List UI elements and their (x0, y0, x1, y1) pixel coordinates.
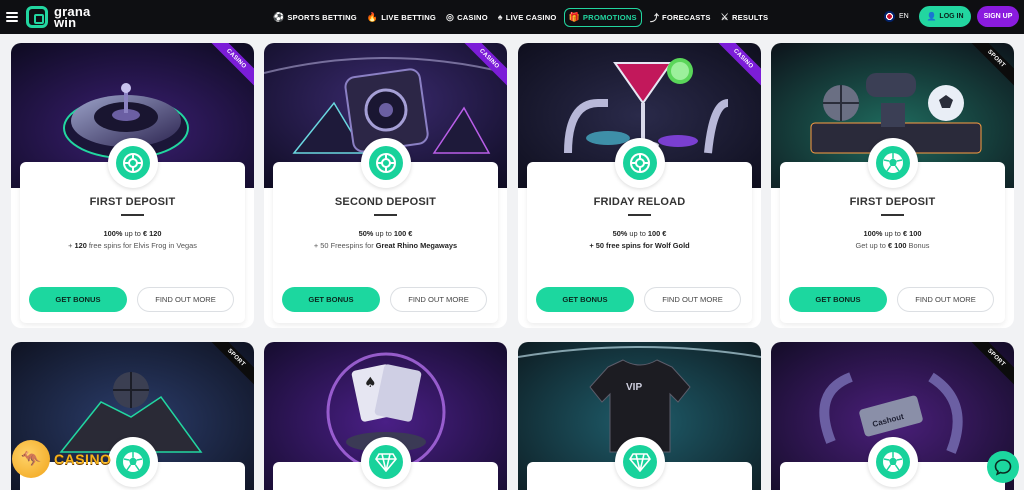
bonus-details: + 50 free spins for Wolf Gold (589, 241, 690, 250)
svg-text:VIP: VIP (626, 382, 642, 393)
bonus-amount: 100% up to € 100 (863, 229, 922, 238)
bonus-amount: 50% up to 100 € (612, 229, 667, 238)
chart-icon: ⤴ (649, 12, 660, 23)
hamburger-menu-icon[interactable] (6, 12, 18, 22)
nav-live-casino[interactable]: ♠ LIVE CASINO (498, 12, 557, 22)
diamond-icon (623, 445, 657, 479)
roulette-icon (623, 146, 657, 180)
find-out-more-button[interactable]: FIND OUT MORE (390, 287, 487, 312)
title-divider (121, 214, 144, 216)
crossed-swords-icon: ⚔ (720, 11, 729, 22)
promo-card: CASINO FIRST DEPOSIT 100% up to € 120 + … (11, 43, 254, 328)
get-bonus-button[interactable]: GET BONUS (282, 287, 380, 312)
top-navigation-bar: grana win ⚽ SPORTS BETTING 🔥 LIVE BETTIN… (0, 0, 1024, 34)
card-badge (108, 138, 158, 188)
get-bonus-button[interactable]: GET BONUS (789, 287, 887, 312)
get-bonus-button[interactable]: GET BONUS (29, 287, 127, 312)
card-badge (868, 437, 918, 487)
soccer-ball-icon: ⚽ (273, 11, 285, 22)
title-divider (374, 214, 397, 216)
language-selector[interactable]: EN (884, 11, 909, 22)
kangaroo-icon: 🦘 (12, 440, 50, 478)
card-badge (615, 437, 665, 487)
logo-text: grana win (54, 4, 91, 30)
nav-sports-betting[interactable]: ⚽ SPORTS BETTING (273, 12, 357, 23)
card-badge (361, 138, 411, 188)
diamond-icon (369, 445, 403, 479)
find-out-more-button[interactable]: FIND OUT MORE (897, 287, 994, 312)
find-out-more-button[interactable]: FIND OUT MORE (644, 287, 741, 312)
card-badge (868, 138, 918, 188)
nav-results[interactable]: ⚔ RESULTS (721, 12, 769, 23)
casino-watermark-logo: 🦘 CASINO (12, 440, 111, 478)
roulette-icon (116, 146, 150, 180)
bonus-details: Get up to € 100 Bonus (855, 241, 930, 250)
flame-icon: 🔥 (366, 11, 379, 22)
bonus-amount: 50% up to 100 € (358, 229, 413, 238)
card-title: FRIDAY RELOAD (593, 196, 686, 208)
nav-live-betting[interactable]: 🔥 LIVE BETTING (367, 12, 436, 23)
title-divider (628, 214, 651, 216)
logo-mark-icon (26, 6, 48, 28)
get-bonus-button[interactable]: GET BONUS (536, 287, 634, 312)
signup-button[interactable]: SIGN UP (977, 6, 1019, 27)
title-divider (881, 214, 904, 216)
nav-forecasts[interactable]: ⤴ FORECASTS (650, 11, 711, 24)
card-badge (108, 437, 158, 487)
chat-support-button[interactable] (987, 451, 1019, 483)
roulette-icon: ◎ (446, 11, 455, 22)
bonus-amount: 100% up to € 120 (103, 229, 162, 238)
card-badge (615, 138, 665, 188)
soccer-ball-icon (876, 146, 910, 180)
nav-promotions[interactable]: 🎁 PROMOTIONS (563, 7, 642, 27)
main-nav: ⚽ SPORTS BETTING 🔥 LIVE BETTING ◎ CASINO… (273, 0, 778, 34)
gift-icon: 🎁 (568, 11, 580, 22)
soccer-ball-icon (876, 445, 910, 479)
promo-card: ♠ (264, 342, 507, 490)
card-title: SECOND DEPOSIT (334, 196, 437, 208)
svg-text:♠: ♠ (364, 375, 377, 391)
login-button[interactable]: 👤 LOG IN (919, 6, 971, 27)
promo-card: SPORT FIRST DEPOSIT 100% up to € 100 Get… (771, 43, 1014, 328)
promo-card: CASINO FRIDAY RELOAD 50% up to 100 € + 5… (518, 43, 761, 328)
soccer-ball-icon (116, 445, 150, 479)
promo-card: VIP (518, 342, 761, 490)
bonus-details: + 50 Freespins for Great Rhino Megaways (313, 241, 458, 250)
uk-flag-icon (884, 11, 895, 22)
roulette-icon (369, 146, 403, 180)
promo-card: Cashout SPORT (771, 342, 1014, 490)
card-title: FIRST DEPOSIT (89, 196, 176, 208)
card-badge (361, 437, 411, 487)
find-out-more-button[interactable]: FIND OUT MORE (137, 287, 234, 312)
bonus-details: + 120 free spins for Elvis Frog in Vegas (68, 241, 197, 250)
promo-card: CASINO SECOND DEPOSIT 50% up to 100 € + … (264, 43, 507, 328)
nav-casino[interactable]: ◎ CASINO (446, 12, 488, 23)
user-icon: 👤 (926, 12, 937, 21)
card-title: FIRST DEPOSIT (849, 196, 936, 208)
cards-icon: ♠ (497, 12, 503, 22)
chat-bubble-icon (994, 459, 1012, 476)
site-logo[interactable]: grana win (26, 4, 91, 30)
